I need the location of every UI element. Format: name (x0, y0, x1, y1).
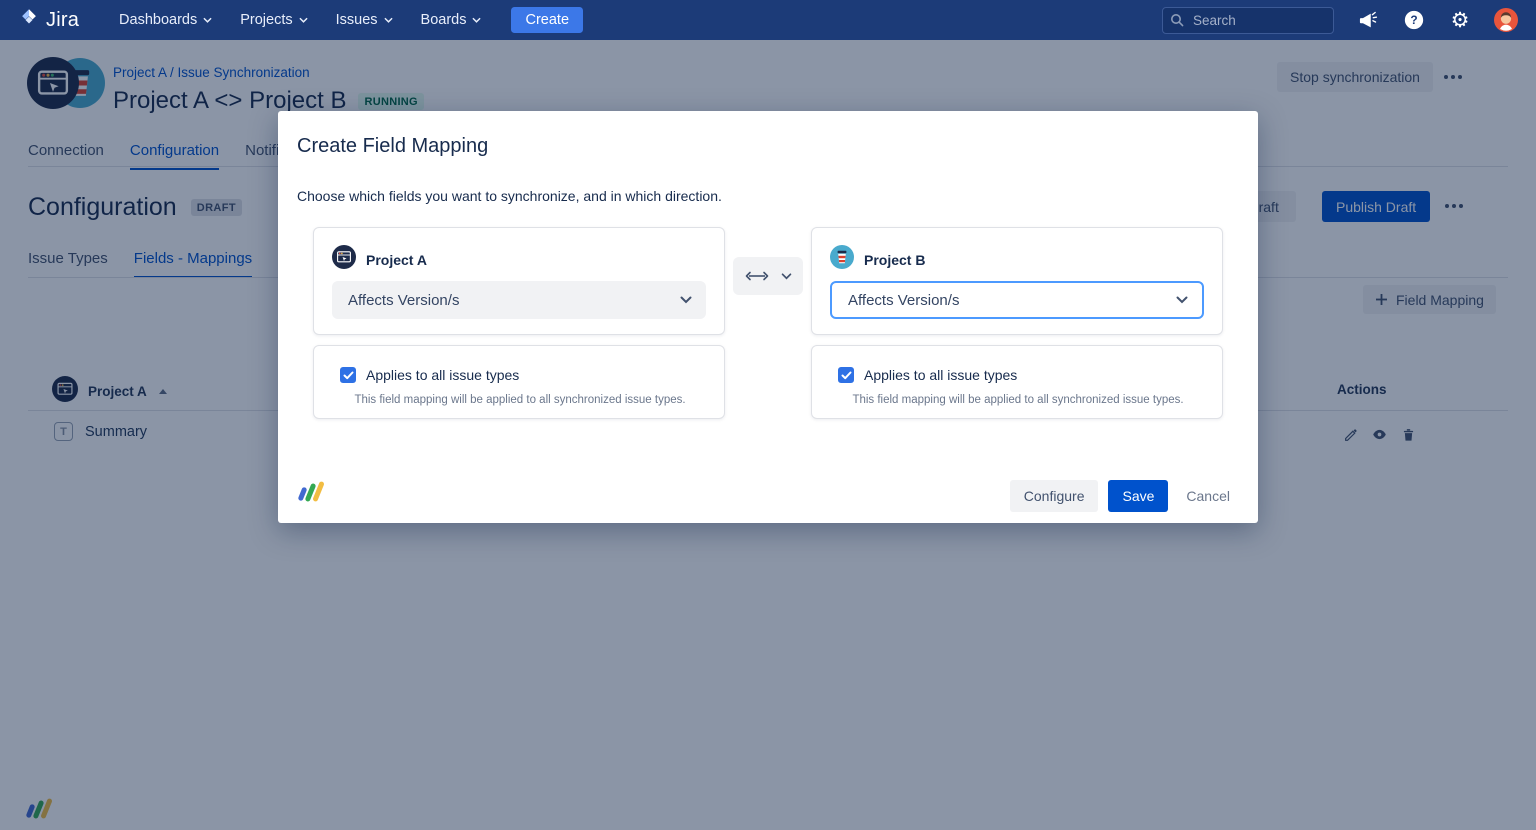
chevron-down-icon (384, 17, 393, 23)
settings-gear-icon[interactable]: ⚙ (1448, 8, 1472, 32)
sync-direction-select[interactable] (733, 257, 803, 295)
chevron-down-icon (299, 17, 308, 23)
jira-logo[interactable]: Jira (18, 7, 79, 34)
nav-item-dashboards[interactable]: Dashboards (119, 12, 212, 28)
jira-logo-text: Jira (46, 9, 79, 32)
getint-logo (300, 481, 321, 502)
applies-label[interactable]: Applies to all issue types (366, 367, 519, 383)
configure-button[interactable]: Configure (1010, 480, 1099, 512)
nav-item-label: Issues (336, 12, 378, 28)
chevron-down-icon (472, 17, 481, 23)
checkmark-icon (343, 371, 354, 380)
screen: Jira Dashboards Projects Issues Boards C… (0, 0, 1536, 830)
applies-checkbox-b[interactable] (838, 367, 854, 383)
nav-item-boards[interactable]: Boards (421, 12, 482, 28)
checkmark-icon (841, 371, 852, 380)
svg-text:?: ? (1410, 13, 1417, 27)
selected-field-value: Affects Version/s (848, 292, 959, 309)
jira-logo-icon (18, 7, 40, 34)
create-field-mapping-dialog: Create Field Mapping Choose which fields… (278, 111, 1258, 523)
nav-right: ? ⚙ (1162, 7, 1518, 34)
applies-description: This field mapping will be applied to al… (322, 394, 718, 406)
create-button[interactable]: Create (511, 7, 583, 33)
selected-field-value: Affects Version/s (348, 292, 459, 309)
project-b-field-card: Project B Affects Version/s (811, 227, 1223, 335)
save-button[interactable]: Save (1108, 480, 1168, 512)
search-input[interactable] (1162, 7, 1334, 34)
cancel-button[interactable]: Cancel (1178, 480, 1238, 512)
dialog-title: Create Field Mapping (297, 135, 488, 158)
project-b-avatar-icon (830, 245, 854, 274)
nav-item-label: Projects (240, 12, 292, 28)
project-b-applies-card: Applies to all issue types This field ma… (811, 345, 1223, 419)
chevron-down-icon (203, 17, 212, 23)
project-a-avatar-icon (332, 245, 356, 274)
announcements-icon[interactable] (1356, 8, 1380, 32)
nav-menu: Dashboards Projects Issues Boards (119, 12, 481, 28)
nav-item-issues[interactable]: Issues (336, 12, 393, 28)
project-a-field-select[interactable]: Affects Version/s (332, 281, 706, 319)
nav-item-projects[interactable]: Projects (240, 12, 307, 28)
chevron-down-icon (1176, 296, 1188, 304)
project-a-name: Project A (366, 252, 427, 268)
search-icon (1170, 13, 1184, 27)
chevron-down-icon (680, 296, 692, 304)
project-b-field-select[interactable]: Affects Version/s (830, 281, 1204, 319)
dialog-subtitle: Choose which fields you want to synchron… (297, 188, 722, 204)
chevron-down-icon (781, 273, 792, 280)
help-icon[interactable]: ? (1402, 8, 1426, 32)
two-way-arrow-icon (745, 270, 769, 282)
project-a-field-card: Project A Affects Version/s (313, 227, 725, 335)
dialog-actions: Configure Save Cancel (1010, 480, 1238, 512)
search-box (1162, 7, 1334, 34)
project-b-name: Project B (864, 252, 925, 268)
top-navbar: Jira Dashboards Projects Issues Boards C… (0, 0, 1536, 40)
project-a-applies-card: Applies to all issue types This field ma… (313, 345, 725, 419)
nav-item-label: Boards (421, 12, 467, 28)
applies-label[interactable]: Applies to all issue types (864, 367, 1017, 383)
nav-item-label: Dashboards (119, 12, 197, 28)
user-avatar[interactable] (1494, 8, 1518, 32)
applies-checkbox-a[interactable] (340, 367, 356, 383)
applies-description: This field mapping will be applied to al… (820, 394, 1216, 406)
